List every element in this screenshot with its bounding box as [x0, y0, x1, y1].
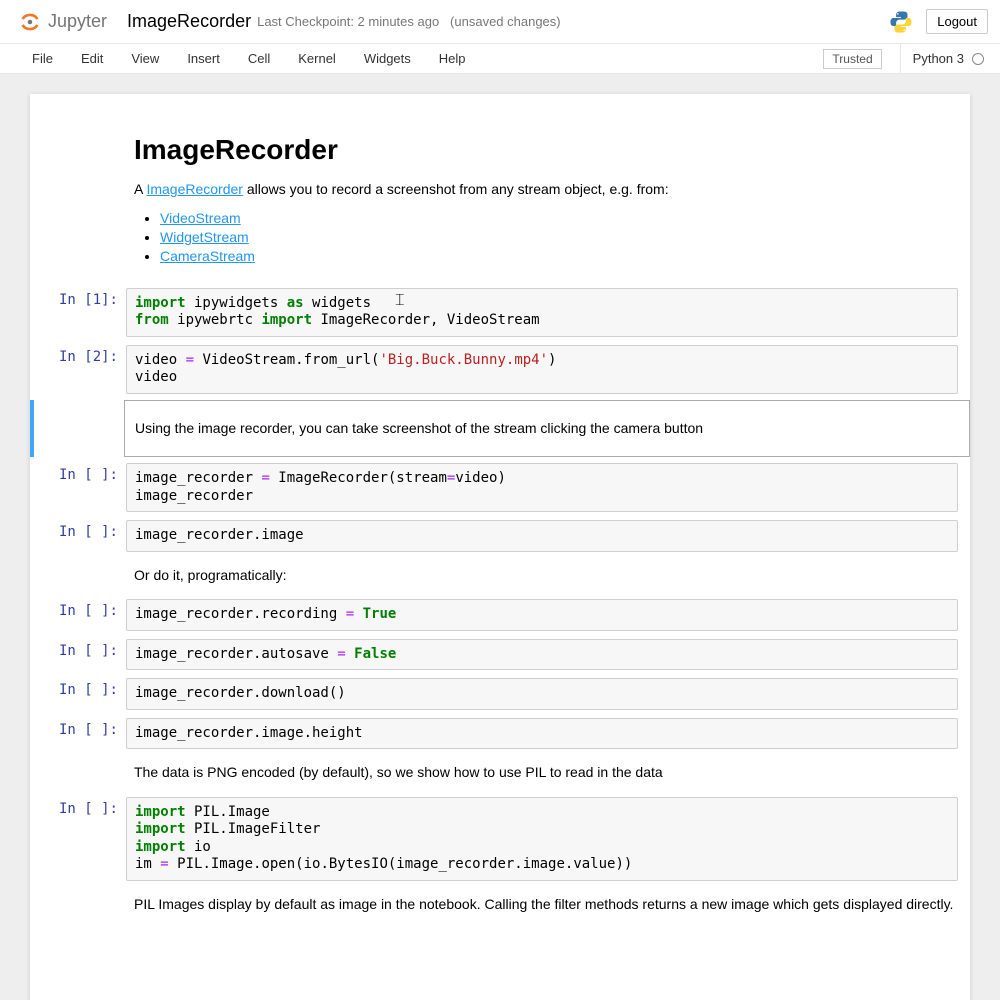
kernel-indicator[interactable]: Python 3 [900, 44, 984, 73]
code-cell-8[interactable]: In [ ]: image_recorder.image.height [30, 716, 970, 752]
menu-insert[interactable]: Insert [173, 45, 234, 72]
menu-edit[interactable]: Edit [67, 45, 117, 72]
markdown-cell[interactable]: Or do it, programatically: [30, 558, 970, 594]
menu-file[interactable]: File [18, 45, 67, 72]
camerastream-link[interactable]: CameraStream [160, 248, 255, 264]
menubar: File Edit View Insert Cell Kernel Widget… [0, 44, 1000, 74]
jupyter-logo[interactable]: Jupyter [18, 10, 107, 34]
widgetstream-link[interactable]: WidgetStream [160, 229, 249, 245]
code-input[interactable]: import ipywidgets as widgets from ipyweb… [126, 288, 958, 337]
checkpoint-status: Last Checkpoint: 2 minutes ago (unsaved … [257, 14, 561, 29]
markdown-text: Or do it, programatically: [134, 566, 956, 586]
prompt-empty: In [ ]: [36, 639, 126, 671]
code-input[interactable]: import PIL.Image import PIL.ImageFilter … [126, 797, 958, 881]
logout-button[interactable]: Logout [926, 9, 988, 34]
menu-widgets[interactable]: Widgets [350, 45, 425, 72]
prompt-empty: In [ ]: [36, 463, 126, 512]
menu-kernel[interactable]: Kernel [284, 45, 350, 72]
code-input[interactable]: image_recorder.image.height [126, 718, 958, 750]
logo-text: Jupyter [48, 11, 107, 32]
code-cell-3[interactable]: In [ ]: image_recorder = ImageRecorder(s… [30, 461, 970, 514]
code-cell-5[interactable]: In [ ]: image_recorder.recording = True [30, 597, 970, 633]
page-title: ImageRecorder [134, 134, 946, 166]
markdown-text: Using the image recorder, you can take s… [135, 419, 959, 439]
menu-view[interactable]: View [117, 45, 173, 72]
kernel-name: Python 3 [913, 51, 964, 66]
markdown-cell-selected[interactable]: Using the image recorder, you can take s… [30, 400, 970, 458]
prompt-empty: In [ ]: [36, 797, 126, 881]
text-cursor-icon: ⌶ [395, 292, 405, 310]
code-input[interactable]: image_recorder.recording = True [126, 599, 958, 631]
code-cell-7[interactable]: In [ ]: image_recorder.download() [30, 676, 970, 712]
markdown-cell[interactable]: PIL Images display by default as image i… [30, 887, 970, 923]
imagerecorder-link[interactable]: ImageRecorder [146, 181, 243, 197]
trusted-indicator[interactable]: Trusted [823, 49, 881, 69]
prompt-empty: In [ ]: [36, 718, 126, 750]
prompt [36, 757, 126, 789]
code-input[interactable]: video = VideoStream.from_url('Big.Buck.B… [126, 345, 958, 394]
markdown-cell[interactable]: The data is PNG encoded (by default), so… [30, 755, 970, 791]
prompt-empty: In [ ]: [36, 678, 126, 710]
prompt-empty: In [ ]: [36, 599, 126, 631]
videostream-link[interactable]: VideoStream [160, 210, 241, 226]
menu-help[interactable]: Help [425, 45, 480, 72]
prompt-in-2: In [2]: [36, 345, 126, 394]
code-cell-1[interactable]: In [1]: import ipywidgets as widgets fro… [30, 286, 970, 339]
code-cell-6[interactable]: In [ ]: image_recorder.autosave = False [30, 637, 970, 673]
jupyter-icon [18, 10, 42, 34]
prompt-in-1: In [1]: [36, 288, 126, 337]
prompt [34, 400, 124, 458]
notebook-container: ImageRecorder A ImageRecorder allows you… [30, 94, 970, 1000]
markdown-cell[interactable]: ImageRecorder A ImageRecorder allows you… [30, 122, 970, 282]
markdown-text: The data is PNG encoded (by default), so… [134, 763, 956, 783]
notebook-header: Jupyter ImageRecorder Last Checkpoint: 2… [0, 0, 1000, 44]
code-input[interactable]: image_recorder.autosave = False [126, 639, 958, 671]
code-input[interactable]: image_recorder.image [126, 520, 958, 552]
code-cell-2[interactable]: In [2]: video = VideoStream.from_url('Bi… [30, 343, 970, 396]
menu-cell[interactable]: Cell [234, 45, 284, 72]
page-body: ImageRecorder A ImageRecorder allows you… [0, 74, 1000, 1000]
prompt [36, 889, 126, 921]
code-input[interactable]: image_recorder.download() [126, 678, 958, 710]
code-cell-9[interactable]: In [ ]: import PIL.Image import PIL.Imag… [30, 795, 970, 883]
notebook-name[interactable]: ImageRecorder [127, 11, 251, 32]
intro-text: A ImageRecorder allows you to record a s… [134, 180, 946, 200]
markdown-text: PIL Images display by default as image i… [134, 895, 956, 915]
prompt [36, 124, 126, 280]
stream-list: VideoStream WidgetStream CameraStream [160, 210, 946, 264]
prompt [36, 560, 126, 592]
code-cell-4[interactable]: In [ ]: image_recorder.image [30, 518, 970, 554]
python-logo-icon [888, 9, 914, 35]
prompt-empty: In [ ]: [36, 520, 126, 552]
kernel-status-icon [972, 53, 984, 65]
code-input[interactable]: image_recorder = ImageRecorder(stream=vi… [126, 463, 958, 512]
